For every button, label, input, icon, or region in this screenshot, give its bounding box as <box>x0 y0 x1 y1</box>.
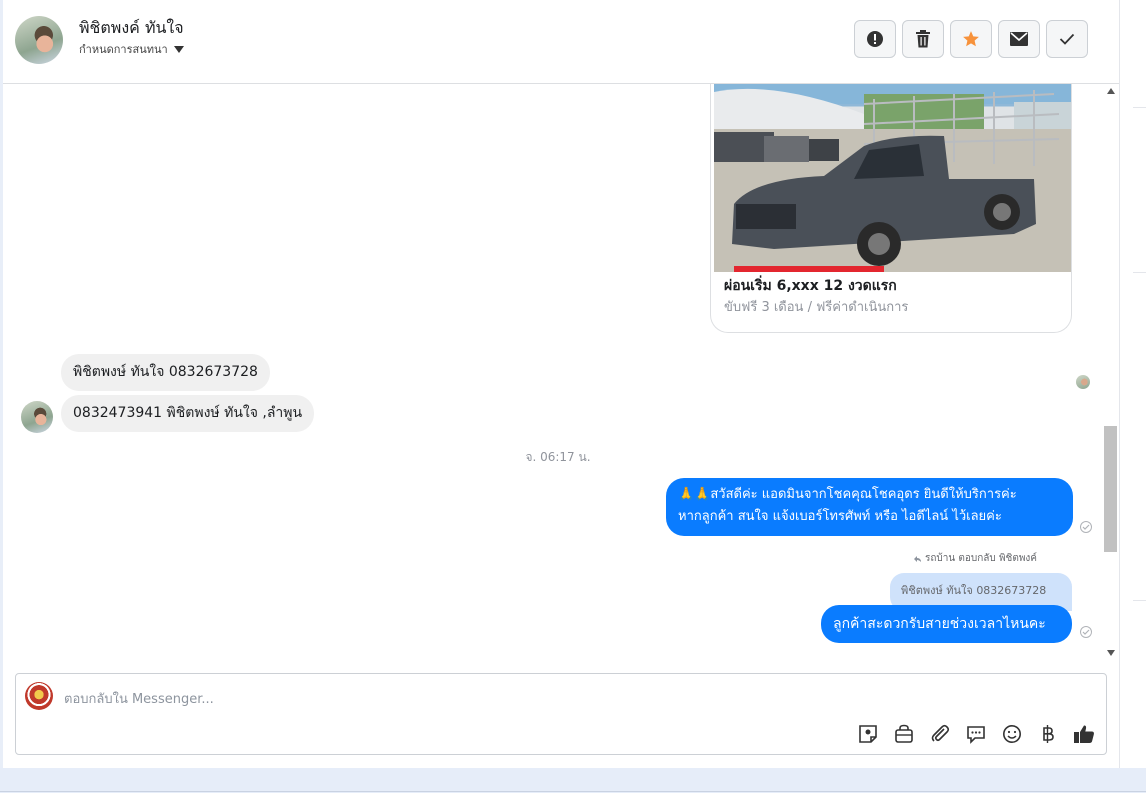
emoji-icon <box>1003 725 1021 743</box>
incoming-message[interactable]: 0832473941 พิชิตพงษ์ ทันใจ ,ลำพูน <box>61 395 315 432</box>
like-button[interactable] <box>1072 722 1096 746</box>
scrollbar-thumb[interactable] <box>1104 426 1117 552</box>
page-avatar <box>25 682 53 710</box>
contact-avatar[interactable] <box>15 16 63 64</box>
check-icon <box>1059 33 1075 45</box>
sent-check-icon <box>1080 626 1092 638</box>
ad-card-subtitle: ขับฟรี 3 เดือน / ฟรีค่าดำเนินการ <box>724 300 909 315</box>
ad-card-title: ผ่อนเริ่ม 6,xxx 12 งวดแรก <box>724 278 897 294</box>
assign-label: กำหนดการสนทนา <box>79 43 168 56</box>
read-receipt-avatar <box>1076 375 1090 389</box>
scroll-down-arrow-icon[interactable] <box>1107 650 1115 656</box>
reply-arrow-icon <box>914 555 921 562</box>
attach-icon <box>931 724 950 742</box>
sticker-icon <box>859 725 877 743</box>
like-icon <box>1074 725 1094 743</box>
trash-icon <box>916 30 930 48</box>
emoji-button[interactable] <box>1000 722 1024 746</box>
reply-context: รถบ้าน ตอบกลับ พิชิตพงค์ <box>913 551 1037 566</box>
assign-conversation-dropdown[interactable]: กำหนดการสนทนา <box>79 40 184 58</box>
scroll-up-arrow-icon[interactable] <box>1107 88 1115 94</box>
mark-unread-button[interactable] <box>998 20 1040 58</box>
mark-spam-button[interactable] <box>854 20 896 58</box>
shop-icon <box>895 724 913 743</box>
reply-input[interactable]: ตอบกลับใน Messenger... <box>64 688 214 709</box>
messenger-panel: พิชิตพงค์ ทันใจ กำหนดการสนทนา ผ่อนเริ่ม … <box>3 0 1119 768</box>
mail-icon <box>1010 32 1028 46</box>
thread-scrollbar[interactable] <box>1103 84 1119 662</box>
star-button[interactable] <box>950 20 992 58</box>
bottom-bar <box>0 768 1146 793</box>
shop-button[interactable] <box>892 722 916 746</box>
message-timestamp: จ. 06:17 น. <box>525 450 591 464</box>
right-side-panel <box>1119 0 1146 768</box>
outgoing-message[interactable]: ลูกค้าสะดวกรับสายช่วงเวลาไหนคะ <box>821 605 1072 643</box>
sticker-button[interactable] <box>856 722 880 746</box>
reply-composer[interactable]: ตอบกลับใน Messenger... <box>15 673 1107 755</box>
outgoing-message[interactable]: 🙏🙏สวัสดีค่ะ แอดมินจากโชคคุณโชคอุดร ยินดี… <box>666 478 1073 536</box>
saved-reply-button[interactable] <box>964 722 988 746</box>
reply-context-label: รถบ้าน ตอบกลับ พิชิตพงค์ <box>925 553 1037 564</box>
incoming-message[interactable]: พิชิตพงษ์ ทันใจ 0832673728 <box>61 354 270 391</box>
payment-button[interactable] <box>1036 722 1060 746</box>
outgoing-message-line: 🙏🙏สวัสดีค่ะ แอดมินจากโชคคุณโชคอุดร ยินดี… <box>678 487 1017 502</box>
sent-check-icon <box>1080 521 1092 533</box>
ad-image-pickup-truck <box>714 84 1071 272</box>
conversation-header: พิชิตพงค์ ทันใจ กำหนดการสนทนา <box>3 0 1119 84</box>
delete-button[interactable] <box>902 20 944 58</box>
alert-icon <box>867 31 883 47</box>
attach-button[interactable] <box>928 722 952 746</box>
sender-avatar[interactable] <box>21 401 53 433</box>
caret-down-icon <box>173 45 184 53</box>
mark-done-button[interactable] <box>1046 20 1088 58</box>
message-thread[interactable]: ผ่อนเริ่ม 6,xxx 12 งวดแรก ขับฟรี 3 เดือน… <box>3 84 1119 662</box>
contact-name[interactable]: พิชิตพงค์ ทันใจ <box>79 16 184 41</box>
saved-reply-icon <box>967 726 985 744</box>
ad-card[interactable]: ผ่อนเริ่ม 6,xxx 12 งวดแรก ขับฟรี 3 เดือน… <box>710 84 1072 333</box>
baht-icon <box>1043 725 1054 743</box>
outgoing-message-line: หากลูกค้า สนใจ แจ้งเบอร์โทรศัพท์ หรือ ไอ… <box>678 509 1002 524</box>
star-icon <box>963 31 979 47</box>
